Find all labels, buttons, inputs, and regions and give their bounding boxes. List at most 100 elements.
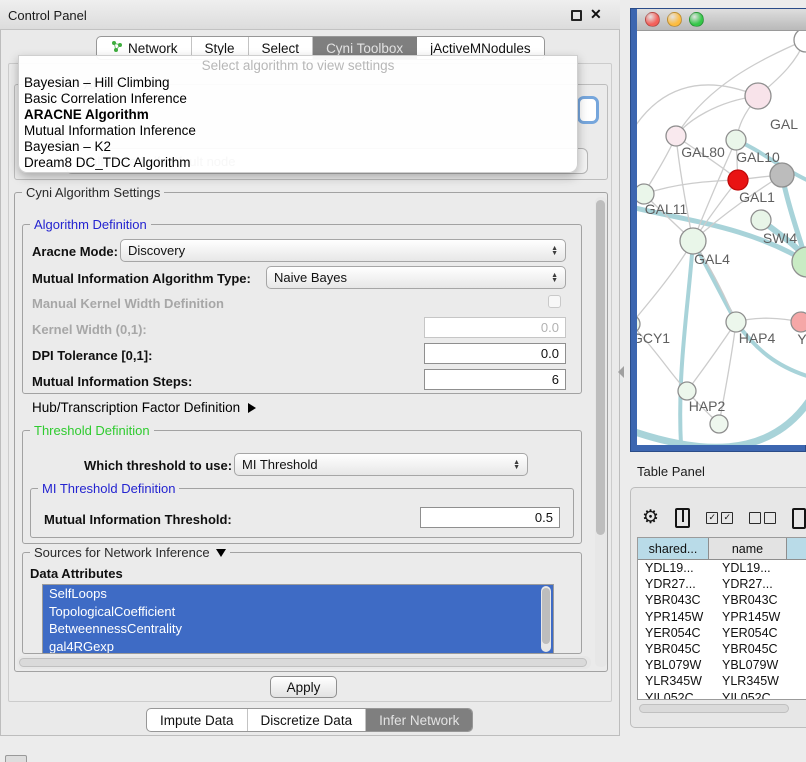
gear-icon[interactable]: ⚙ xyxy=(642,508,659,528)
column-header-shared[interactable]: shared... xyxy=(638,538,709,560)
table-panel-toolbar: ⚙ ✓ ✓ xyxy=(642,503,806,533)
network-node-swi4[interactable] xyxy=(751,210,771,230)
table-cell: YDL19... xyxy=(638,561,715,575)
screen: Control Panel ✕ NetworkStyleSelectCyni T… xyxy=(0,0,806,762)
which-threshold-label: Which threshold to use: xyxy=(84,458,232,473)
deselect-all-icon[interactable] xyxy=(749,512,776,524)
network-node[interactable] xyxy=(794,31,806,52)
which-threshold-value: MI Threshold xyxy=(242,457,318,472)
splitter-collapse-icon[interactable] xyxy=(618,366,624,378)
settings-vscrollbar-thumb[interactable] xyxy=(596,200,605,535)
node-label-gcy1: GCY1 xyxy=(637,330,670,346)
mi-threshold-label: Mutual Information Threshold: xyxy=(44,512,232,527)
attribute-item-gal4rgexp[interactable]: gal4RGexp xyxy=(43,638,553,655)
bottom-tab-impute-data[interactable]: Impute Data xyxy=(147,709,248,731)
algorithm-item-bayesian-hill-climbing[interactable]: Bayesian – Hill Climbing xyxy=(19,75,577,91)
attribute-item-betweennesscentrality[interactable]: BetweennessCentrality xyxy=(43,620,553,638)
table-cell: YER054C xyxy=(715,626,799,640)
network-node[interactable] xyxy=(710,415,728,433)
kernel-width-label: Kernel Width (0,1): xyxy=(32,322,147,337)
table-cell: YER054C xyxy=(638,626,715,640)
close-icon[interactable]: ✕ xyxy=(590,6,602,23)
network-node-y[interactable] xyxy=(791,312,806,332)
node-label-gal11: GAL11 xyxy=(645,201,688,217)
table-cell: YLR345W xyxy=(638,674,715,688)
mi-type-combo[interactable]: Naive Bayes ▲▼ xyxy=(266,266,566,289)
close-traffic-light[interactable] xyxy=(645,12,660,27)
kernel-width-input[interactable]: 0.0 xyxy=(424,317,566,338)
column-header-name[interactable]: name xyxy=(709,538,787,560)
table-cell: YDR27... xyxy=(638,577,715,591)
combo-arrows-icon: ▲▼ xyxy=(551,273,558,283)
network-node[interactable] xyxy=(792,247,806,277)
table-cell: 12 xyxy=(799,577,806,591)
table-cell: 9. xyxy=(799,642,806,656)
node-label-gal1: GAL1 xyxy=(739,189,775,205)
mi-threshold-value: 0.5 xyxy=(535,510,553,525)
table-row[interactable]: YDR27...YDR27...12 xyxy=(638,576,806,592)
attr-list-vscrollbar-thumb[interactable] xyxy=(542,588,550,644)
table-row[interactable]: YPR145WYPR145W9. xyxy=(638,609,806,625)
page-icon[interactable] xyxy=(792,508,806,529)
table-panel-title: Table Panel xyxy=(637,464,705,479)
network-canvas[interactable]: GALGAL80GAL10GAL1GAL11SWI4GAL4GCY1HAP4YH… xyxy=(637,31,806,445)
table-cell: 9. xyxy=(799,674,806,688)
table-row[interactable]: YLR345WYLR345W9. xyxy=(638,673,806,689)
table-row[interactable]: YBR043CYBR043C xyxy=(638,592,806,608)
which-threshold-combo[interactable]: MI Threshold ▲▼ xyxy=(234,453,528,476)
sources-expander[interactable]: Sources for Network Inference xyxy=(30,545,230,560)
data-attributes-list[interactable]: SelfLoopsTopologicalCoefficientBetweenne… xyxy=(42,584,554,654)
algorithm-item-basic-correlation-inference[interactable]: Basic Correlation Inference xyxy=(19,91,577,107)
bottom-tab-infer-network[interactable]: Infer Network xyxy=(366,709,472,731)
table-row[interactable]: YER054CYER054C8. xyxy=(638,625,806,641)
attribute-item-selfloops[interactable]: SelfLoops xyxy=(43,585,553,603)
network-node-gal1[interactable] xyxy=(728,170,748,190)
network-node[interactable] xyxy=(770,163,794,187)
zoom-traffic-light[interactable] xyxy=(689,12,704,27)
table-cell: YBL079W xyxy=(715,658,799,672)
column-header-a[interactable]: A xyxy=(787,538,806,560)
network-node-hap4[interactable] xyxy=(726,312,746,332)
algorithm-combo-focus-fragment[interactable] xyxy=(577,96,599,124)
table-cell: YPR145W xyxy=(715,610,799,624)
settings-hscrollbar-thumb[interactable] xyxy=(19,658,587,667)
tab-label: Cyni Toolbox xyxy=(326,41,403,56)
node-label-hap2: HAP2 xyxy=(689,398,726,414)
table-cell: YIL052C xyxy=(638,691,715,700)
restore-panel-button[interactable] xyxy=(5,755,27,762)
minimize-traffic-light[interactable] xyxy=(667,12,682,27)
algorithm-item-dream8-dc-tdc-algorithm[interactable]: Dream8 DC_TDC Algorithm xyxy=(19,155,577,171)
attribute-item-topologicalcoefficient[interactable]: TopologicalCoefficient xyxy=(43,603,553,621)
bottom-tab-discretize-data[interactable]: Discretize Data xyxy=(248,709,367,731)
select-all-icon[interactable]: ✓ ✓ xyxy=(706,512,733,524)
network-node-gal10[interactable] xyxy=(726,130,746,150)
apply-button[interactable]: Apply xyxy=(270,676,337,698)
network-node-gal[interactable] xyxy=(745,83,771,109)
mi-threshold-input[interactable]: 0.5 xyxy=(420,507,560,528)
table-row[interactable]: YIL052CYIL052C9. xyxy=(638,690,806,701)
aracne-mode-value: Discovery xyxy=(128,243,185,258)
algorithm-item-mutual-information-inference[interactable]: Mutual Information Inference xyxy=(19,123,577,139)
algorithm-item-aracne-algorithm[interactable]: ARACNE Algorithm xyxy=(19,107,577,123)
tab-label: Impute Data xyxy=(160,713,234,728)
aracne-mode-combo[interactable]: Discovery ▲▼ xyxy=(120,239,566,262)
cyni-settings-label: Cyni Algorithm Settings xyxy=(22,185,164,200)
float-window-icon[interactable] xyxy=(571,10,582,21)
table-row[interactable]: YDL19...YDL19...13 xyxy=(638,560,806,576)
mi-steps-input[interactable]: 6 xyxy=(424,369,566,390)
table-row[interactable]: YBL079WYBL079W xyxy=(638,657,806,673)
hub-definition-expander[interactable]: Hub/Transcription Factor Definition xyxy=(32,400,256,415)
manual-kernel-checkbox[interactable] xyxy=(548,295,561,308)
tab-label: Discretize Data xyxy=(261,713,353,728)
network-window-titlebar[interactable] xyxy=(637,9,806,31)
table-hscrollbar-thumb[interactable] xyxy=(639,704,789,713)
algorithm-item-bayesian-k2[interactable]: Bayesian – K2 xyxy=(19,139,577,155)
tab-label: Select xyxy=(262,41,300,56)
table-cell: 8. xyxy=(799,626,806,640)
control-panel-title: Control Panel xyxy=(8,8,87,23)
control-panel-titlebar[interactable] xyxy=(0,0,620,30)
column-view-icon[interactable] xyxy=(675,508,690,528)
network-node-gal80[interactable] xyxy=(666,126,686,146)
dpi-tolerance-input[interactable]: 0.0 xyxy=(424,343,566,364)
table-row[interactable]: YBR045CYBR045C9. xyxy=(638,641,806,657)
